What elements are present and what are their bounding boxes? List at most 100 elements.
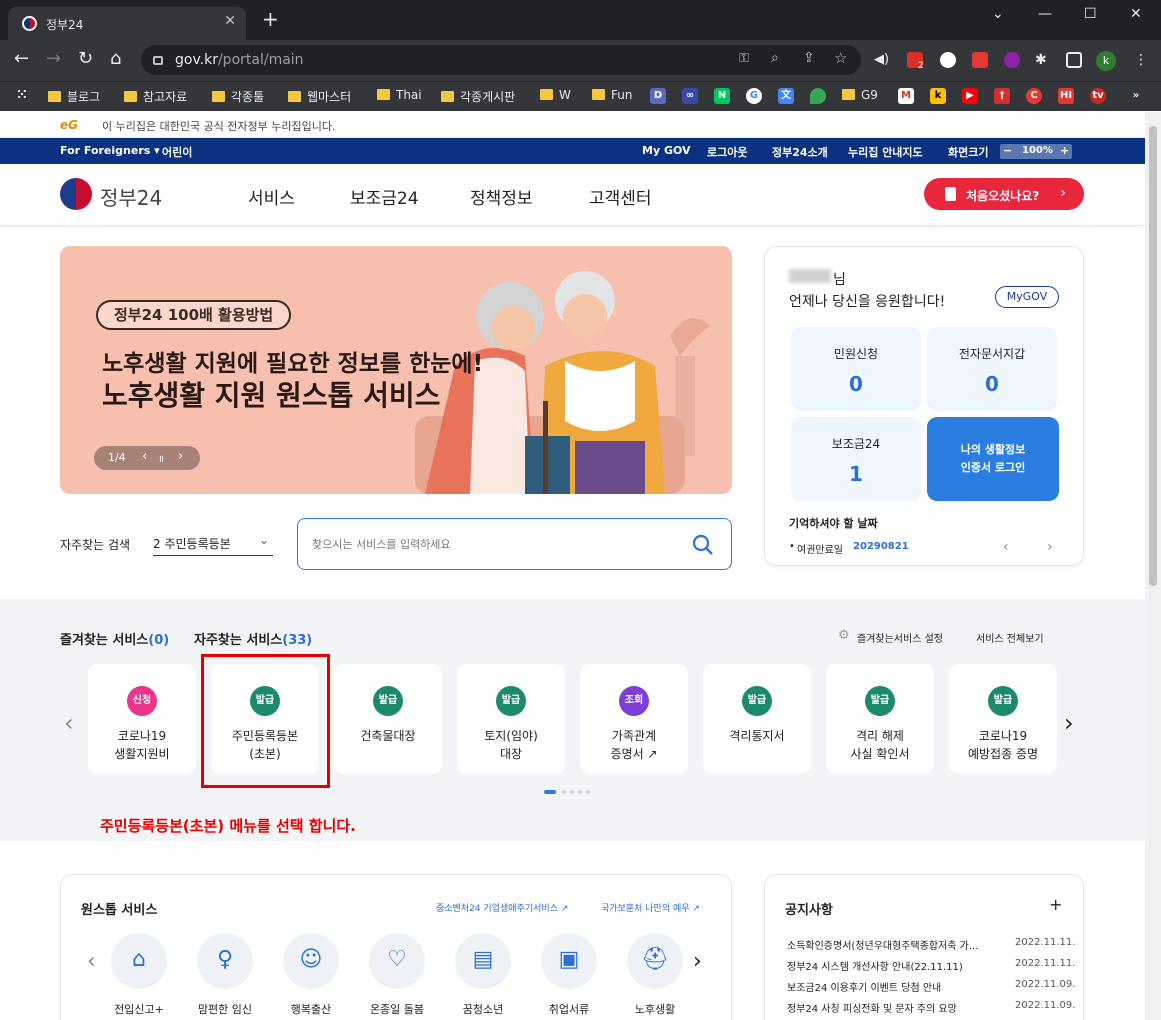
bookmark-d-icon[interactable]: D	[650, 88, 666, 104]
first-visit-button[interactable]: 처음오셨나요? ›	[924, 178, 1084, 210]
remember-prev-icon[interactable]: ‹	[1003, 539, 1009, 555]
for-foreigners-link[interactable]: For Foreigners ▾	[60, 144, 160, 157]
carousel-dot-active[interactable]	[544, 790, 556, 794]
close-tab-icon[interactable]: ✕	[224, 13, 236, 29]
bookmark-folder[interactable]: 각종툴	[212, 88, 264, 105]
onestop-item-label[interactable]: 온종일 돌봄	[352, 1001, 442, 1017]
notice-title[interactable]: 보조금24 이용후기 이벤트 당첨 안내	[787, 979, 999, 994]
tile-e-document-wallet[interactable]: 전자문서지갑 0	[927, 327, 1057, 411]
browser-tab[interactable]: 정부24 ✕	[8, 7, 246, 40]
notice-title[interactable]: 정부24 시스템 개선사항 안내(22.11.11)	[787, 958, 999, 973]
carousel-dot[interactable]	[586, 790, 590, 794]
certificate-login-tile[interactable]: 나의 생활정보 인증서 로그인	[927, 417, 1059, 501]
menu-customer-center[interactable]: 고객센터	[589, 184, 652, 209]
service-card[interactable]: 발급 격리 해제 사실 확인서	[826, 664, 934, 774]
bookmark-folder[interactable]: 참고자료	[124, 88, 187, 105]
service-card[interactable]: 발급 건축물대장	[334, 664, 442, 774]
onestop-item-label[interactable]: 취업서류	[524, 1001, 614, 1017]
menu-subsidy24[interactable]: 보조금24	[350, 184, 419, 209]
fav-services-tab[interactable]: 즐겨찾는 서비스(0)	[60, 629, 169, 648]
extension-p-icon[interactable]	[940, 52, 956, 68]
menu-kebab-icon[interactable]: ⋮	[1134, 52, 1150, 68]
onestop-item-icon[interactable]: ⌂	[111, 933, 167, 989]
extension-w-icon[interactable]	[1004, 52, 1020, 68]
kids-link[interactable]: 어린이	[162, 144, 192, 160]
carousel-next-icon[interactable]: ›	[1064, 709, 1074, 737]
main-banner[interactable]: 정부24 100배 활용방법 노후생활 지원에 필요한 정보를 한눈에! 노후생…	[60, 246, 732, 494]
bookmark-folder[interactable]: G9	[842, 88, 878, 102]
official-notice-text[interactable]: 이 누리집은 대한민국 공식 전자정부 누리집입니다.	[102, 118, 336, 134]
extension-play-icon[interactable]	[972, 52, 988, 68]
onestop-next-icon[interactable]: ›	[693, 949, 702, 974]
menu-policy-info[interactable]: 정책정보	[470, 184, 533, 209]
address-bar[interactable]: gov.kr/portal/main ⚿ ⌕ ⇪ ☆	[141, 45, 861, 75]
naver-icon[interactable]: N	[714, 88, 730, 104]
onestop-item-icon[interactable]: ⛑	[627, 933, 683, 989]
share-icon[interactable]: ⇪	[803, 50, 815, 66]
sme-link[interactable]: 중소벤처24 기업생애주기서비스 ↗	[436, 901, 568, 914]
onestop-item-icon[interactable]: ▣	[541, 933, 597, 989]
audio-icon[interactable]: ◀)	[874, 52, 890, 68]
bookmark-folder[interactable]: 각종게시판	[441, 88, 515, 105]
onestop-item-icon[interactable]: ♀	[197, 933, 253, 989]
notices-more-button[interactable]: +	[1049, 895, 1062, 914]
service-card[interactable]: 조회 가족관계 증명서 ↗	[580, 664, 688, 774]
sitemap-link[interactable]: 누리집 안내지도	[848, 144, 923, 160]
onestop-item-icon[interactable]: ♡	[369, 933, 425, 989]
tile-applications[interactable]: 민원신청 0	[791, 327, 921, 411]
close-window-icon[interactable]: ✕	[1130, 6, 1142, 22]
veterans-link[interactable]: 국가보훈처 나만의 예우 ↗	[601, 901, 700, 914]
bookmark-tv-icon[interactable]: tv	[1090, 88, 1106, 104]
extensions-puzzle-icon[interactable]: ✱	[1035, 52, 1051, 68]
tab-search-icon[interactable]: ⌄	[992, 6, 1004, 22]
service-card[interactable]: 발급 격리통지서	[703, 664, 811, 774]
mygov-link[interactable]: My GOV	[642, 144, 691, 157]
banner-prev-icon[interactable]: ‹	[142, 449, 147, 464]
carousel-prev-icon[interactable]: ‹	[64, 709, 74, 737]
gmail-icon[interactable]: M	[898, 88, 914, 104]
maps-icon[interactable]	[810, 88, 826, 104]
banner-next-icon[interactable]: ›	[178, 449, 183, 464]
search-input[interactable]	[312, 533, 672, 555]
profile-avatar[interactable]: k	[1096, 51, 1116, 71]
bookmark-folder[interactable]: Fun	[592, 88, 632, 102]
view-all-services-link[interactable]: 서비스 전체보기	[976, 630, 1044, 645]
bookmark-folder[interactable]: 웹마스터	[288, 88, 351, 105]
translate-icon[interactable]: 文	[778, 88, 794, 104]
carousel-dot[interactable]	[570, 790, 574, 794]
onestop-item-icon[interactable]: ▤	[455, 933, 511, 989]
bookmark-folder[interactable]: 블로그	[48, 88, 100, 105]
new-tab-icon[interactable]: +	[262, 9, 279, 29]
onestop-item-label[interactable]: 행복출산	[266, 1001, 356, 1017]
menu-services[interactable]: 서비스	[248, 184, 295, 209]
banner-pause-icon[interactable]: ॥	[158, 451, 164, 465]
home-icon[interactable]: ⌂	[110, 49, 121, 69]
site-logo-text[interactable]: 정부24	[100, 182, 162, 211]
bookmark-c-icon[interactable]: C	[1026, 88, 1042, 104]
about-link[interactable]: 정부24소개	[772, 144, 828, 160]
onestop-item-label[interactable]: 노후생활	[610, 1001, 700, 1017]
mygov-button[interactable]: MyGOV	[995, 286, 1059, 308]
zoom-out-button[interactable]: −	[1003, 144, 1012, 157]
notice-title[interactable]: 소득확인증명서(청년우대형주택종합저축 가...	[787, 937, 999, 952]
onestop-prev-icon[interactable]: ‹	[87, 949, 96, 974]
frequent-search-select[interactable]: 2 주민등록등본 ⌄	[153, 530, 273, 556]
bookmark-folder[interactable]: Thai	[377, 88, 422, 102]
onestop-item-label[interactable]: 맘편한 임신	[180, 1001, 270, 1017]
onestop-item-icon[interactable]: ☺	[283, 933, 339, 989]
side-panel-icon[interactable]	[1066, 52, 1082, 68]
more-bookmarks-icon[interactable]: »	[1128, 88, 1144, 104]
bookmark-k-icon[interactable]: k	[930, 88, 946, 104]
bookmark-folder[interactable]: W	[540, 88, 571, 102]
search-icon[interactable]	[692, 534, 714, 556]
page-scrollbar[interactable]	[1145, 112, 1161, 1020]
back-icon[interactable]: ←	[14, 49, 29, 69]
bookmark-red-icon[interactable]: †	[994, 88, 1010, 104]
taegeuk-logo-icon[interactable]	[60, 178, 92, 210]
youtube-icon[interactable]: ▶	[962, 88, 978, 104]
reload-icon[interactable]: ↻	[78, 49, 93, 69]
scrollbar-thumb[interactable]	[1149, 126, 1157, 586]
key-icon[interactable]: ⚿	[739, 51, 749, 66]
frequent-services-tab[interactable]: 자주찾는 서비스(33)	[194, 629, 312, 648]
tile-subsidy24[interactable]: 보조금24 1	[791, 417, 921, 501]
